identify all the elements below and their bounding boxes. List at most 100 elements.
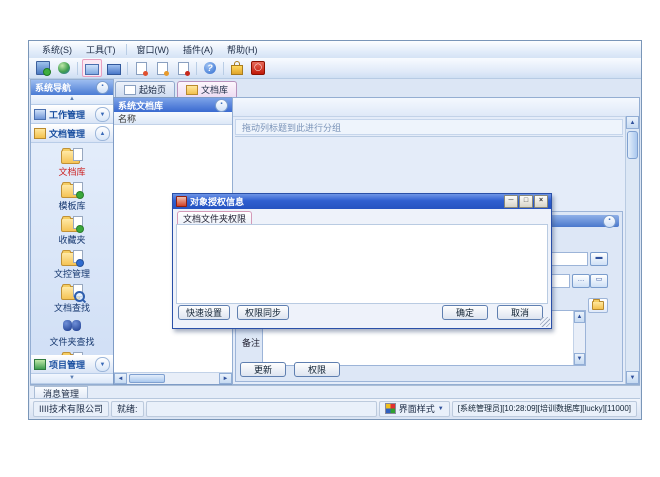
favorites-icon	[61, 216, 83, 232]
work-section-icon	[34, 109, 46, 120]
chevron-down-icon[interactable]: ▼	[95, 357, 110, 372]
sidebar-item-label: 收藏夹	[58, 233, 85, 246]
menu-item[interactable]: 插件(A)	[176, 42, 220, 57]
message-strip: 消息管理	[30, 385, 640, 399]
folder-view-icon	[107, 64, 121, 75]
toolbar-separator	[196, 62, 197, 75]
menu-item[interactable]: 系统(S)	[35, 42, 79, 57]
menu-item[interactable]: 窗口(W)	[130, 42, 177, 57]
resize-grip-icon[interactable]	[540, 317, 550, 327]
scroll-right-icon[interactable]: ►	[219, 373, 232, 384]
sidebar-item-favorites[interactable]: 收藏夹	[58, 216, 85, 246]
menu-item[interactable]: 工具(T)	[79, 42, 123, 57]
toolbar-button[interactable]	[55, 60, 73, 76]
toolbar-button[interactable]	[174, 60, 192, 76]
scroll-down-icon[interactable]: ▼	[626, 371, 639, 384]
remark-label: 备注	[242, 336, 260, 349]
textarea-scrollbar[interactable]: ▲ ▼	[573, 311, 585, 365]
work-section-label: 工作管理	[49, 108, 85, 121]
binocular-lens	[72, 320, 81, 331]
group-by-hint: 拖动列标题到此进行分组	[242, 121, 341, 134]
sidebar-section-doc[interactable]: 文档管理 ▲	[31, 124, 113, 143]
permission-button[interactable]: 权限	[294, 362, 340, 377]
toolbar-button[interactable]	[228, 60, 246, 76]
document-library-icon	[61, 148, 83, 164]
authorization-dialog: 对象授权信息 ─ □ × 文档文件夹权限 快速设置 权限同步 确定 取消	[172, 193, 552, 329]
sidebar-item-label: 文件夹查找	[49, 335, 94, 348]
chevron-down-icon[interactable]: ▼	[95, 107, 110, 122]
permission-sync-button[interactable]: 权限同步	[237, 305, 289, 320]
toolbar-button[interactable]	[132, 60, 150, 76]
ok-button[interactable]: 确定	[442, 305, 488, 320]
browse-folder-button[interactable]	[588, 298, 608, 313]
scroll-track[interactable]	[127, 373, 219, 384]
tab-起始页[interactable]: 起始页	[115, 81, 175, 97]
document-tab-bar: 起始页 文档库	[113, 80, 640, 97]
quick-setup-button[interactable]: 快速设置	[178, 305, 230, 320]
toolbar-button[interactable]	[201, 60, 219, 76]
toolbar-button[interactable]	[153, 60, 171, 76]
cancel-button[interactable]: 取消	[497, 305, 543, 320]
toolbar-button[interactable]	[82, 59, 102, 77]
tree-title: 系统文档库	[118, 99, 163, 112]
toolbar-button[interactable]	[249, 60, 267, 76]
sync-computer-icon	[36, 61, 50, 75]
ellipsis-button[interactable]: …	[572, 274, 590, 288]
project-section-icon	[34, 359, 46, 370]
tab-label: 文档库	[201, 83, 228, 96]
dialog-right-buttons: 确定 取消	[442, 305, 543, 320]
exit-icon	[251, 61, 265, 75]
sidebar-item-document-library[interactable]: 文档库	[58, 148, 85, 178]
sidebar-collapse-icon[interactable]: ▪	[96, 81, 109, 94]
close-icon[interactable]: ×	[534, 195, 548, 208]
page-shape	[73, 352, 83, 355]
sidebar-item-folder-search[interactable]: 文件夹查找	[49, 318, 94, 348]
gear-icon[interactable]: ▪	[603, 215, 616, 228]
clear-button[interactable]: ▭	[590, 274, 608, 288]
navigation-sidebar: 系统导航 ▪ ▲ 工作管理 ▼ 文档管理 ▲ 文档库模板库收藏夹文控管理文档查找…	[30, 79, 114, 385]
toolbar-button[interactable]	[105, 60, 123, 76]
chevron-down-icon: ▼	[438, 406, 444, 412]
tree-horizontal-scrollbar[interactable]: ◄ ►	[114, 372, 232, 384]
sidebar-scroll-down[interactable]: ▼	[31, 374, 113, 384]
group-by-bar[interactable]: 拖动列标题到此进行分组	[235, 119, 623, 135]
ellipsis-button[interactable]: ▬	[590, 252, 608, 266]
scroll-up-icon[interactable]: ▲	[626, 116, 639, 129]
help-icon	[204, 62, 216, 74]
dialog-tab-label: 文档文件夹权限	[183, 212, 246, 225]
doc-edit-icon	[157, 62, 168, 75]
sidebar-item-doc-search[interactable]: 文档查找	[54, 284, 90, 314]
tree-column-header[interactable]: 名称	[114, 112, 232, 125]
tab-文档库[interactable]: 文档库	[177, 81, 237, 97]
sidebar-title: 系统导航	[35, 81, 71, 94]
document-grid	[235, 136, 623, 137]
scroll-left-icon[interactable]: ◄	[114, 373, 127, 384]
sidebar-item-template-library[interactable]: 模板库	[58, 182, 85, 212]
palette-icon	[385, 403, 396, 414]
content-vertical-scrollbar[interactable]: ▲ ▼	[625, 116, 639, 384]
company-label: IIII技术有限公司	[33, 401, 109, 417]
ready-status: 就绪:	[111, 401, 144, 417]
scroll-thumb[interactable]	[627, 131, 638, 159]
scroll-thumb[interactable]	[129, 374, 165, 383]
scroll-track[interactable]	[626, 161, 639, 371]
minimize-icon[interactable]: ─	[504, 195, 518, 208]
toolbar-button[interactable]	[34, 60, 52, 76]
scroll-up-icon[interactable]: ▲	[574, 311, 585, 323]
menu-item[interactable]: 帮助(H)	[220, 42, 265, 57]
status-spacer	[146, 401, 377, 417]
scroll-down-icon[interactable]: ▼	[574, 353, 585, 365]
chevron-up-icon[interactable]: ▲	[95, 126, 110, 141]
tree-pin-icon[interactable]: ▪	[215, 99, 228, 112]
dialog-title-bar[interactable]: 对象授权信息 ─ □ ×	[173, 194, 551, 209]
checked-out-doc-icon	[61, 352, 83, 355]
sidebar-item-doc-control[interactable]: 文控管理	[54, 250, 90, 280]
update-button[interactable]: 更新	[240, 362, 286, 377]
maximize-icon[interactable]: □	[519, 195, 533, 208]
sidebar-scroll-up[interactable]: ▲	[31, 95, 113, 105]
template-library-icon	[61, 182, 83, 198]
sidebar-section-work[interactable]: 工作管理 ▼	[31, 105, 113, 124]
tab-folder-permissions[interactable]: 文档文件夹权限	[177, 211, 252, 225]
sidebar-section-project[interactable]: 项目管理 ▼	[31, 355, 113, 374]
ui-style-selector[interactable]: 界面样式 ▼	[379, 401, 450, 417]
